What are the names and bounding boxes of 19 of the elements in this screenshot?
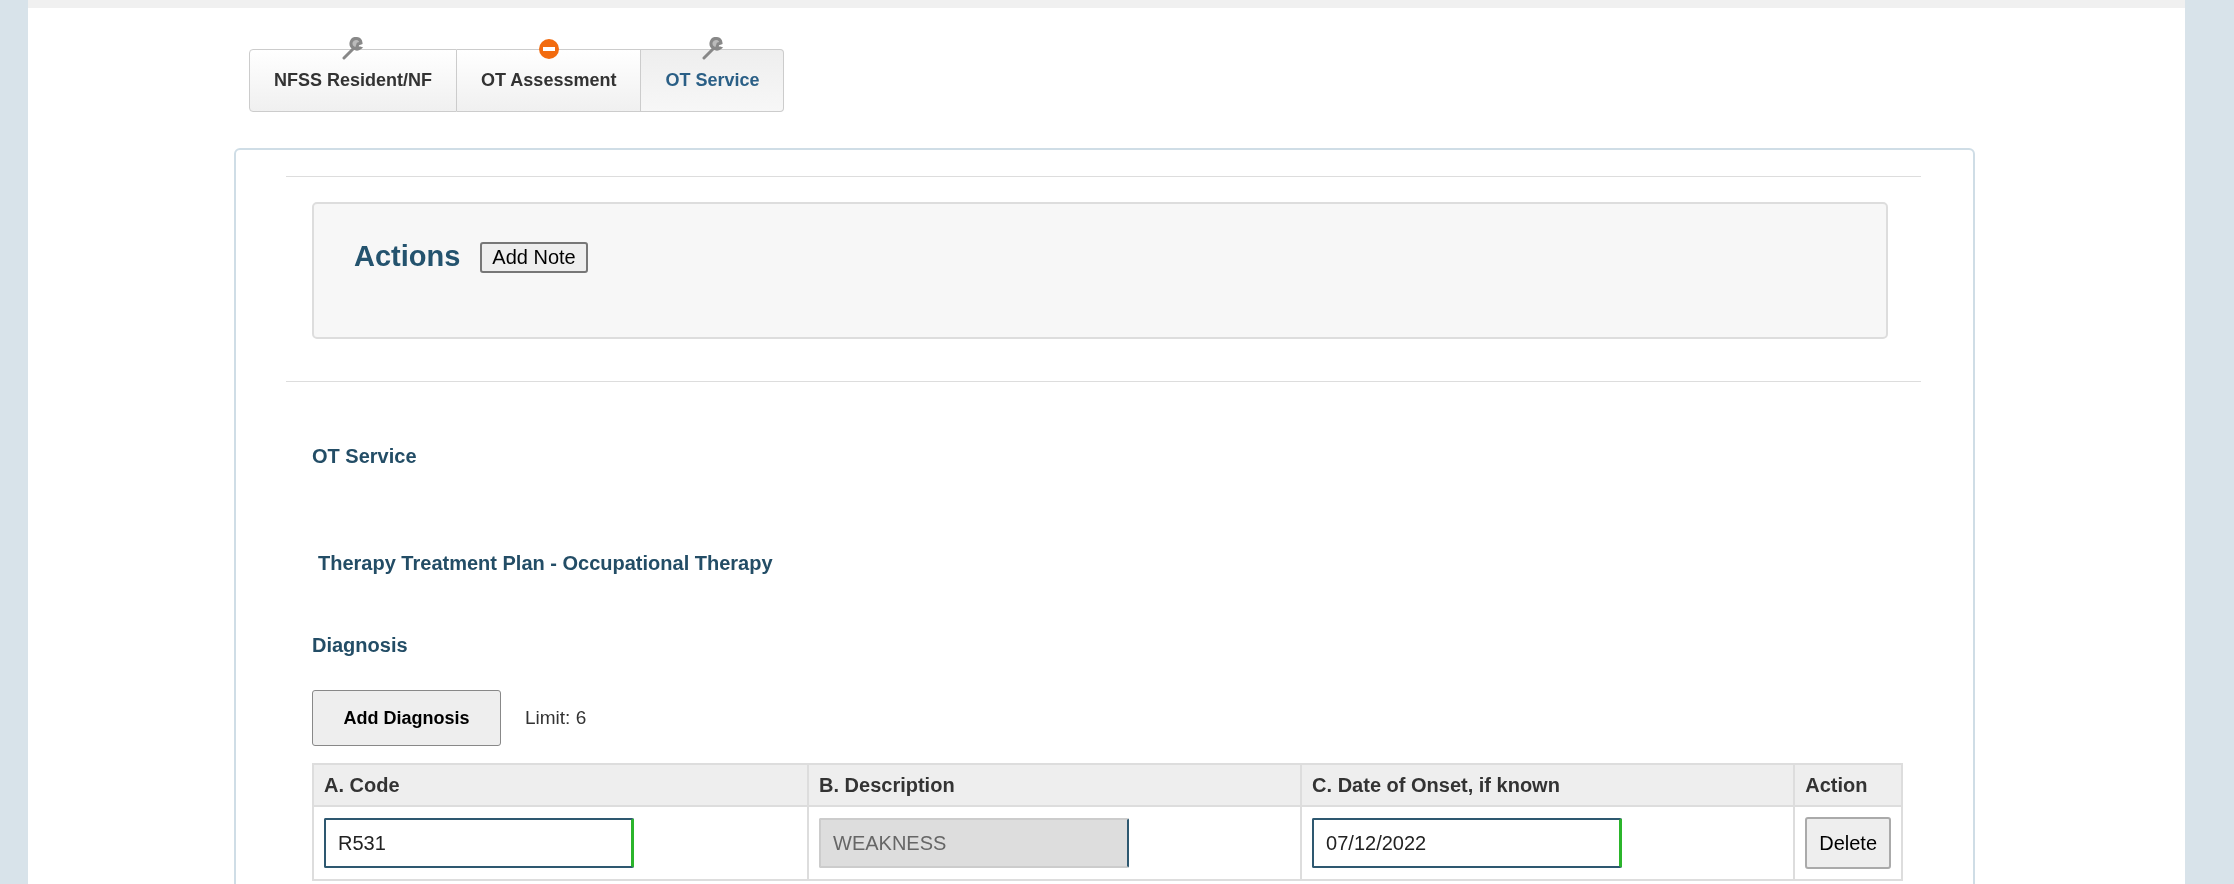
add-note-button[interactable]: Add Note [480,242,588,273]
code-field[interactable]: R531 [324,818,634,868]
diagnosis-heading: Diagnosis [312,634,409,657]
add-diagnosis-button[interactable]: Add Diagnosis [312,690,501,746]
tab[interactable]: OT Assessment [457,49,642,112]
wrench-icon [700,37,725,61]
plan-heading: Therapy Treatment Plan - Occupational Therapy [318,552,774,575]
section-heading: OT Service [312,445,418,468]
tab[interactable]: NFSS Resident/NF [249,49,458,112]
actions-heading: Actions [354,240,461,273]
tab[interactable]: OT Service [641,49,785,112]
column-header: C. Date of Onset, if known [1301,764,1795,806]
column-header: A. Code [313,764,809,806]
column-header: Action [1794,764,1902,806]
date-field[interactable]: 07/12/2022 [1312,818,1623,868]
limit-text: Limit: 6 [525,707,587,729]
wrench-icon [341,37,365,61]
delete-button[interactable]: Delete [1805,817,1891,869]
column-header: B. Description [808,764,1302,806]
